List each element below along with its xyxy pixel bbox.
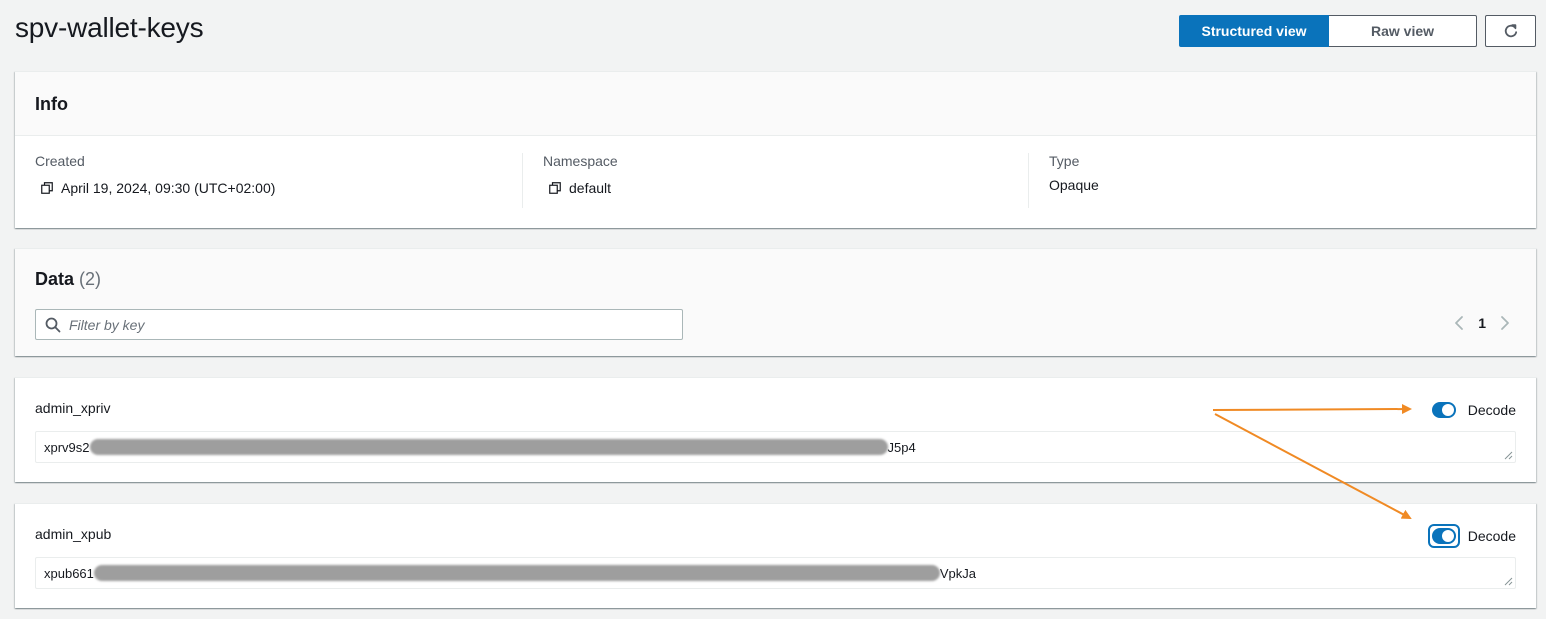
page-title: spv-wallet-keys: [15, 12, 204, 43]
value-suffix: J5p4: [887, 440, 916, 455]
info-panel-header: Info: [15, 72, 1536, 136]
info-divider: [522, 153, 523, 208]
resize-handle-icon[interactable]: [1504, 577, 1513, 586]
refresh-icon: [1504, 24, 1517, 38]
created-value-row: April 19, 2024, 09:30 (UTC+02:00): [35, 180, 275, 196]
filter-field[interactable]: [35, 309, 683, 340]
decode-toggle-wrapper: [1428, 398, 1460, 422]
decode-toggle[interactable]: [1431, 528, 1456, 544]
decode-label: Decode: [1467, 402, 1516, 418]
value-prefix: xpub661: [44, 566, 94, 581]
data-panel: Data (2) 1: [15, 248, 1536, 356]
info-panel: Info Created April 19, 2024, 09:30 (UTC+…: [15, 71, 1536, 228]
redacted-value: [93, 565, 940, 582]
type-label: Type: [1049, 153, 1080, 169]
secret-detail-page: spv-wallet-keys Structured view Raw view…: [0, 0, 1546, 619]
info-title: Info: [35, 94, 68, 114]
copy-icon[interactable]: [41, 182, 53, 194]
decode-toggle[interactable]: [1431, 402, 1456, 418]
data-title: Data (2): [35, 269, 1516, 290]
resize-handle-icon[interactable]: [1504, 451, 1513, 460]
entry-value-textarea[interactable]: xprv9s2 J5p4: [35, 431, 1516, 463]
raw-view-button[interactable]: Raw view: [1329, 15, 1477, 47]
namespace-value: default: [569, 180, 612, 196]
info-divider: [1028, 153, 1029, 208]
data-panel-header: Data (2) 1: [15, 249, 1536, 356]
data-count: (2): [79, 269, 102, 289]
decode-toggle-group: Decode: [1427, 524, 1516, 548]
view-mode-toggle: Structured view Raw view: [1179, 15, 1477, 47]
copy-icon[interactable]: [549, 182, 561, 194]
chevron-right-icon[interactable]: [1500, 315, 1510, 331]
created-label: Created: [35, 153, 85, 169]
decode-toggle-group: Decode: [1428, 398, 1516, 422]
decode-label: Decode: [1467, 528, 1516, 544]
created-field: Created April 19, 2024, 09:30 (UTC+02:00…: [35, 153, 275, 209]
decode-toggle-wrapper: [1427, 524, 1460, 548]
entry-value-textarea[interactable]: xpub661 VpkJa: [35, 557, 1516, 589]
structured-view-button[interactable]: Structured view: [1179, 15, 1329, 47]
namespace-label: Namespace: [543, 153, 618, 169]
entry-key: admin_xpriv: [35, 400, 111, 416]
refresh-button[interactable]: [1485, 15, 1536, 47]
created-value: April 19, 2024, 09:30 (UTC+02:00): [61, 180, 276, 196]
search-icon: [45, 317, 61, 332]
filter-input[interactable]: [69, 310, 682, 339]
redacted-value: [89, 439, 888, 456]
info-columns: Created April 19, 2024, 09:30 (UTC+02:00…: [15, 136, 1536, 229]
pagination: 1: [1454, 315, 1510, 331]
data-title-text: Data: [35, 269, 75, 289]
chevron-left-icon[interactable]: [1454, 315, 1464, 331]
page-number[interactable]: 1: [1478, 315, 1486, 331]
namespace-value-row: default: [543, 180, 618, 196]
namespace-field: Namespace default: [543, 153, 618, 209]
value-prefix: xprv9s2: [44, 440, 90, 455]
secret-entry: admin_xpub Decode xpub661 VpkJa: [15, 503, 1536, 608]
entry-key: admin_xpub: [35, 526, 112, 542]
secret-entry: admin_xpriv Decode xprv9s2 J5p4: [15, 377, 1536, 482]
type-value: Opaque: [1049, 177, 1099, 193]
type-field: Type Opaque: [1049, 153, 1099, 209]
value-suffix: VpkJa: [939, 566, 977, 581]
